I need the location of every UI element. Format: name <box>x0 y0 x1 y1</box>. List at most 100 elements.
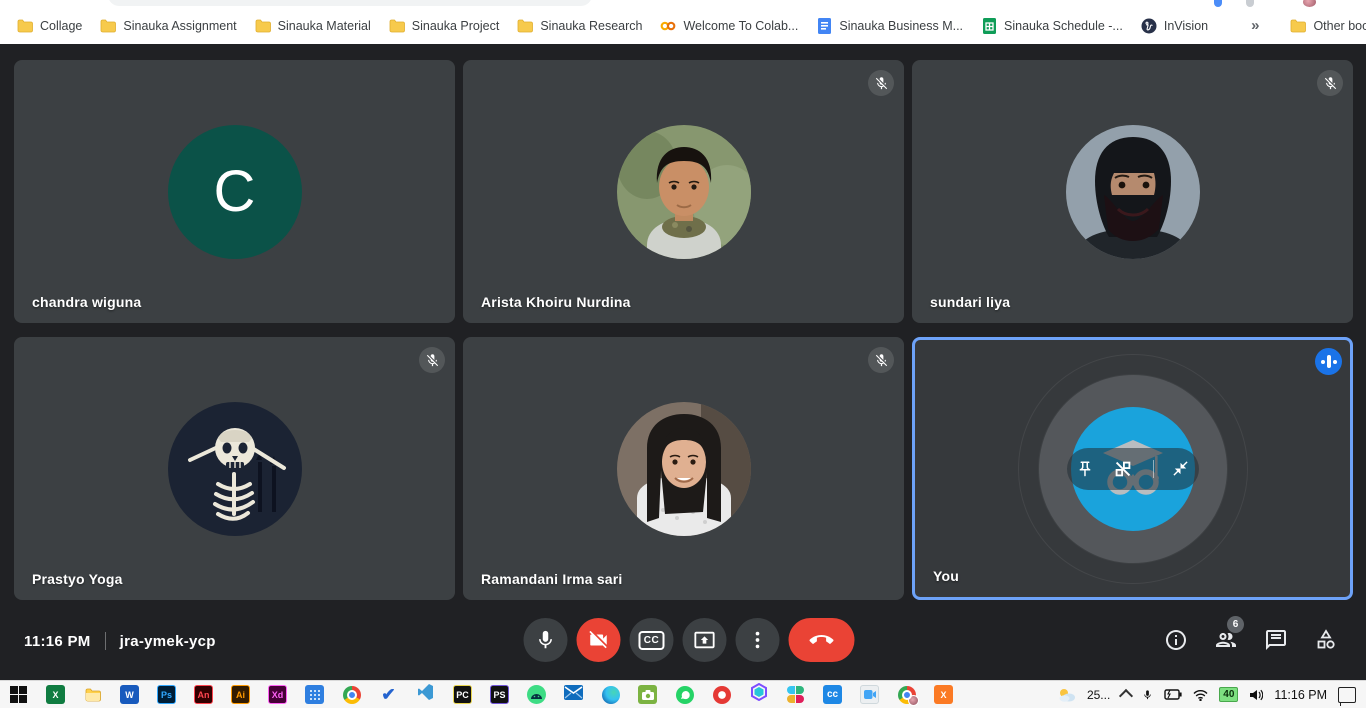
activities-button[interactable] <box>1314 628 1338 652</box>
folder-icon <box>17 18 33 34</box>
tray-clock[interactable]: 11:16 PM <box>1274 688 1327 702</box>
address-bar[interactable] <box>108 0 592 6</box>
extension-icon[interactable] <box>1246 0 1254 7</box>
taskbar-illustrator[interactable]: Ai <box>222 681 259 708</box>
avatar-photo <box>617 402 751 536</box>
taskbar-photoshop[interactable]: Ps <box>148 681 185 708</box>
remove-tile-icon[interactable] <box>1112 458 1134 480</box>
visual-studio-icon <box>417 683 435 706</box>
taskbar-screen-recorder[interactable] <box>703 681 740 708</box>
avatar-photo-skeleton <box>168 402 302 536</box>
colab-icon <box>660 18 676 34</box>
present-button[interactable] <box>683 618 727 662</box>
bookmark-sinauka-research[interactable]: Sinauka Research <box>508 13 651 39</box>
participant-tile-sundari[interactable]: sundari liya <box>912 60 1353 323</box>
battery-percent-badge[interactable]: 40 <box>1219 687 1238 702</box>
taskbar-calendar-app[interactable] <box>296 681 333 708</box>
bookmark-colab[interactable]: Welcome To Colab... <box>651 13 807 39</box>
taskbar-todo[interactable]: ✔ <box>370 681 407 708</box>
taskbar-nox-player[interactable] <box>740 681 777 708</box>
extension-icon[interactable] <box>1214 0 1222 7</box>
more-options-button[interactable] <box>736 618 780 662</box>
participant-tile-chandra[interactable]: C chandra wiguna <box>14 60 455 323</box>
microphone-button[interactable] <box>524 618 568 662</box>
chat-icon <box>1264 628 1288 652</box>
mic-muted-indicator <box>1317 70 1343 96</box>
mail-icon <box>564 685 583 705</box>
taskbar-camera-app[interactable] <box>629 681 666 708</box>
participant-tile-prastyo[interactable]: Prastyo Yoga <box>14 337 455 600</box>
taskbar-visual-studio[interactable] <box>407 681 444 708</box>
taskbar-mail[interactable] <box>555 681 592 708</box>
folder-icon <box>100 18 116 34</box>
people-button[interactable]: 6 <box>1214 628 1238 652</box>
taskbar-chrome[interactable] <box>333 681 370 708</box>
bookmark-label: Collage <box>40 19 82 33</box>
captions-button[interactable]: CC <box>630 618 674 662</box>
activities-icon <box>1314 628 1338 652</box>
taskbar-phpstorm[interactable]: PS <box>481 681 518 708</box>
bookmark-label: InVision <box>1164 19 1208 33</box>
pin-icon[interactable] <box>1076 460 1094 478</box>
bookmark-sinauka-material[interactable]: Sinauka Material <box>246 13 380 39</box>
bookmark-invision[interactable]: InVision <box>1132 13 1217 39</box>
bookmark-sinauka-business[interactable]: Sinauka Business M... <box>807 13 972 39</box>
participant-name: Arista Khoiru Nurdina <box>481 294 631 310</box>
bookmark-sinauka-schedule[interactable]: Sinauka Schedule -... <box>972 13 1132 39</box>
taskbar-xampp[interactable]: X <box>925 681 962 708</box>
bookmark-collage[interactable]: Collage <box>8 13 91 39</box>
tray-volume-icon[interactable] <box>1249 689 1263 701</box>
other-bookmarks-label: Other bookmarks <box>1313 19 1366 33</box>
taskbar-adobe-xd[interactable]: Xd <box>259 681 296 708</box>
word-icon: W <box>120 685 139 704</box>
taskbar-pinwheel-app[interactable] <box>777 681 814 708</box>
bookmark-label: Sinauka Business M... <box>839 19 963 33</box>
bookmark-label: Sinauka Schedule -... <box>1004 19 1123 33</box>
camera-off-icon <box>588 629 610 651</box>
camera-off-button[interactable] <box>577 618 621 662</box>
weather-icon[interactable] <box>1058 688 1076 702</box>
taskbar-android-app[interactable] <box>518 681 555 708</box>
taskbar-edge[interactable] <box>592 681 629 708</box>
tray-wifi-icon[interactable] <box>1193 689 1208 701</box>
screen: Collage Sinauka Assignment Sinauka Mater… <box>0 0 1366 708</box>
taskbar-whatsapp[interactable] <box>666 681 703 708</box>
taskbar-excel[interactable]: X <box>37 681 74 708</box>
bookmark-label: Sinauka Project <box>412 19 500 33</box>
bookmark-label: Welcome To Colab... <box>683 19 798 33</box>
tray-expand-chevron[interactable] <box>1119 689 1133 703</box>
panel-controls: 6 <box>1164 628 1338 652</box>
phpstorm-icon: PS <box>490 685 509 704</box>
minimize-tile-icon[interactable] <box>1172 460 1189 477</box>
participant-tile-you[interactable]: You <box>912 337 1353 600</box>
end-call-button[interactable] <box>789 618 855 662</box>
weather-temp[interactable]: 25... <box>1087 688 1110 702</box>
calendar-icon <box>305 685 324 704</box>
chat-button[interactable] <box>1264 628 1288 652</box>
bookmark-sinauka-assignment[interactable]: Sinauka Assignment <box>91 13 245 39</box>
tray-mic-icon[interactable] <box>1142 688 1153 702</box>
clock-label: 11:16 PM <box>24 633 91 650</box>
taskbar-word[interactable]: W <box>111 681 148 708</box>
participant-tile-arista[interactable]: Arista Khoiru Nurdina <box>463 60 904 323</box>
taskbar-file-explorer[interactable] <box>74 681 111 708</box>
windows-logo-icon <box>10 686 27 703</box>
action-center-icon[interactable] <box>1338 687 1356 703</box>
start-button[interactable] <box>0 681 37 708</box>
avatar-photo <box>1066 125 1200 259</box>
bookmark-sinauka-project[interactable]: Sinauka Project <box>380 13 509 39</box>
bookmarks-overflow-chevron[interactable]: » <box>1241 17 1269 34</box>
meeting-details-button[interactable] <box>1164 628 1188 652</box>
taskbar-pycharm[interactable]: PC <box>444 681 481 708</box>
tray-battery-icon[interactable] <box>1164 689 1182 700</box>
taskbar-animate[interactable]: An <box>185 681 222 708</box>
browser-profile-avatar[interactable] <box>1303 0 1316 7</box>
taskbar-camtasia[interactable]: cc <box>814 681 851 708</box>
participant-tile-ramandani[interactable]: Ramandani Irma sari <box>463 337 904 600</box>
other-bookmarks[interactable]: Other bookmarks <box>1281 13 1366 39</box>
mic-muted-indicator <box>419 347 445 373</box>
taskbar-video-app[interactable] <box>851 681 888 708</box>
present-to-all-icon <box>694 629 716 651</box>
taskbar-chrome-profile[interactable] <box>888 681 925 708</box>
tile-hover-actions <box>1067 448 1199 490</box>
